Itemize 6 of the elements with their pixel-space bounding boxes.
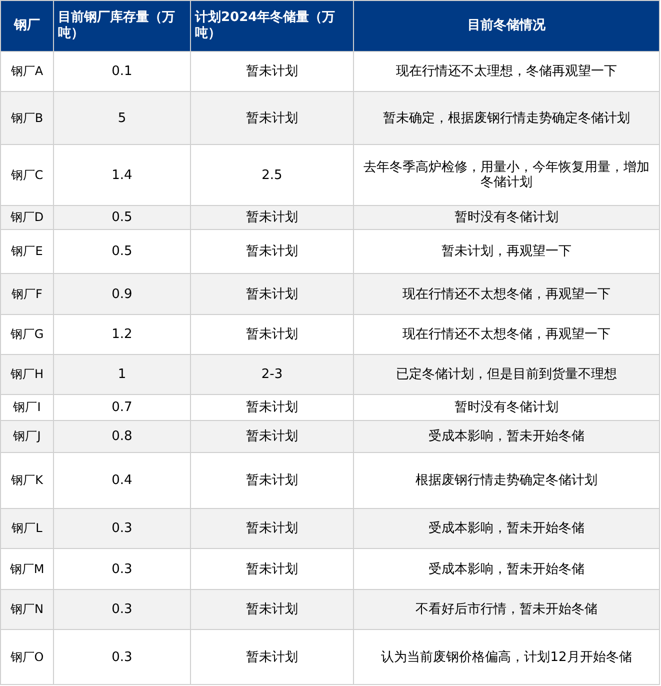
column-header: 目前冬储情况 — [354, 0, 660, 52]
table-cell: 暂未计划 — [190, 630, 354, 684]
table-cell: 0.3 — [54, 630, 190, 684]
table-cell: 认为当前废钢价格偏高，计划12月开始冬储 — [354, 630, 660, 684]
column-header: 钢厂 — [0, 0, 54, 52]
table-cell: 钢厂O — [0, 630, 54, 684]
